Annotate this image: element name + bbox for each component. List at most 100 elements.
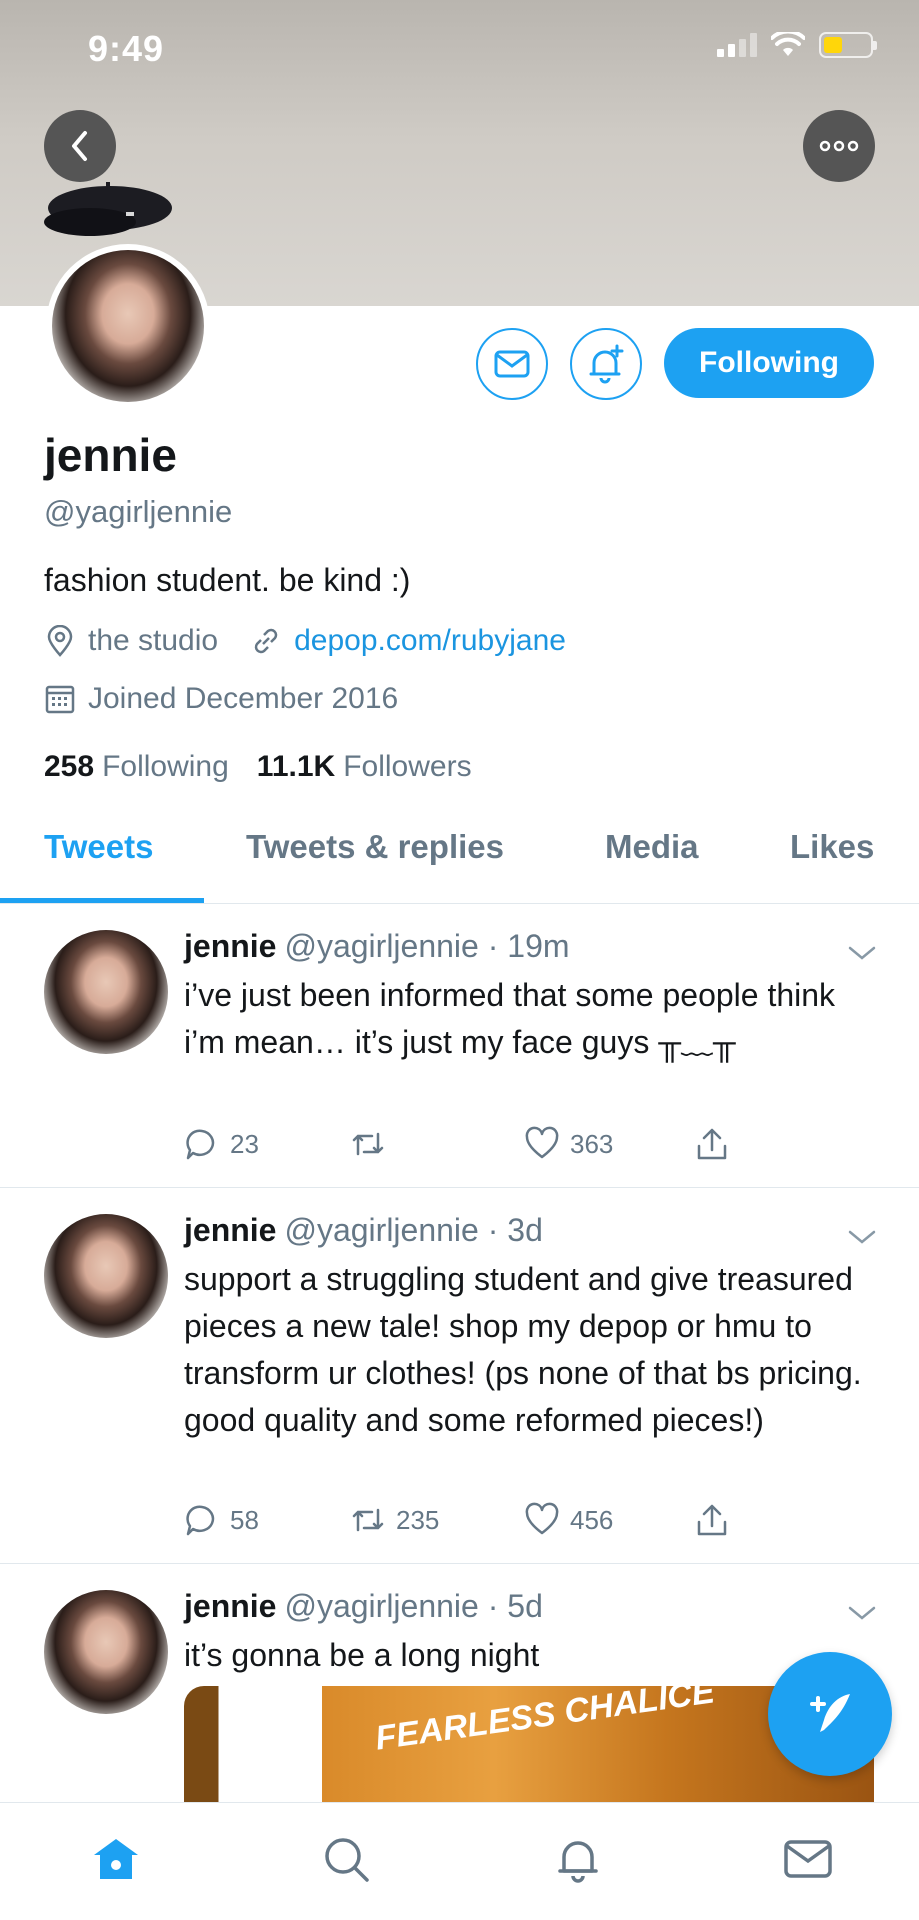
tweet-header: jennie @yagirljennie · 5d: [184, 1588, 543, 1625]
nav-search[interactable]: [318, 1831, 374, 1887]
media-image-text: FEARLESS CHALICE: [372, 1686, 717, 1758]
reply-icon: [186, 1129, 215, 1160]
tweet-text: i’ve just been informed that some people…: [184, 977, 836, 1060]
calendar-icon: [44, 683, 76, 715]
nav-notifications[interactable]: [550, 1831, 606, 1887]
profile-handle: @yagirljennie: [44, 494, 233, 529]
tweet-time: 19m: [507, 928, 570, 964]
avatar-image: [52, 250, 204, 402]
profile-meta-row: the studio depop.com/rubyjane: [44, 624, 566, 658]
following-count-link[interactable]: 258 Following: [44, 750, 229, 784]
tweet-separator: ·: [487, 928, 499, 964]
retweet-button[interactable]: 235: [350, 1502, 439, 1538]
tweet-header: jennie @yagirljennie · 19m: [184, 928, 570, 965]
like-count: 456: [570, 1504, 614, 1535]
tweet-text: support a struggling student and give tr…: [184, 1261, 862, 1438]
location-pin-icon: [44, 625, 76, 657]
notifications-button[interactable]: [570, 328, 642, 400]
following-button[interactable]: Following: [664, 328, 874, 398]
followers-count-link[interactable]: 11.1K Followers: [257, 750, 472, 784]
status-bar: 9:49: [0, 0, 919, 96]
tweet-actions: 23 363: [184, 1126, 744, 1166]
chevron-down-icon[interactable]: [846, 1602, 878, 1626]
more-dots-icon: [819, 140, 859, 152]
profile-bio: fashion student. be kind :): [44, 562, 411, 598]
tweet-author-name[interactable]: jennie: [184, 1588, 276, 1624]
tweet-avatar[interactable]: [44, 1214, 168, 1338]
battery-icon: [819, 32, 877, 58]
following-label: Following: [102, 750, 229, 783]
back-button[interactable]: [44, 110, 116, 182]
reply-count: 23: [230, 1128, 259, 1159]
tweet-separator: ·: [487, 1588, 499, 1624]
tweet-time: 5d: [507, 1588, 543, 1624]
follow-counts: 258 Following 11.1K Followers: [44, 750, 472, 784]
compose-feather-icon: [810, 1694, 850, 1732]
tweet-author-name[interactable]: jennie: [184, 928, 276, 964]
tweet-avatar[interactable]: [44, 930, 168, 1054]
compose-tweet-button[interactable]: [768, 1652, 892, 1776]
share-button[interactable]: [694, 1502, 730, 1538]
signal-icon: [717, 33, 757, 57]
nav-home[interactable]: [88, 1831, 144, 1887]
home-icon: [94, 1839, 138, 1879]
profile-joined-date: Joined December 2016: [88, 682, 399, 715]
tab-tweets[interactable]: Tweets: [44, 828, 153, 866]
message-button[interactable]: [476, 328, 548, 400]
status-icons: [717, 32, 877, 58]
tweet-author-handle: @yagirljennie: [284, 928, 479, 964]
tab-likes[interactable]: Likes: [790, 828, 874, 866]
tab-tweets-replies[interactable]: Tweets & replies: [246, 828, 504, 866]
tweet-time: 3d: [507, 1212, 543, 1248]
chevron-down-icon[interactable]: [846, 1226, 878, 1250]
bottom-navigation: [0, 1802, 919, 1920]
chevron-down-icon[interactable]: [846, 942, 878, 966]
chevron-left-icon: [72, 131, 87, 161]
profile-tabs: Tweets Tweets & replies Media Likes: [0, 800, 919, 904]
search-icon: [325, 1838, 369, 1882]
like-button[interactable]: 456: [524, 1502, 613, 1538]
followers-count: 11.1K: [256, 750, 336, 783]
tweet-item[interactable]: jennie @yagirljennie · 19m i’ve just been…: [0, 904, 919, 1188]
tweet-item[interactable]: jennie @yagirljennie · 3d support a strug…: [0, 1188, 919, 1564]
profile-website-link[interactable]: depop.com/rubyjane: [294, 624, 566, 658]
tweet-separator: ·: [487, 1212, 499, 1248]
wifi-icon: [771, 32, 805, 56]
tab-media[interactable]: Media: [605, 828, 699, 866]
reply-button[interactable]: 58: [184, 1502, 259, 1538]
tweet-author-handle: @yagirljennie: [284, 1212, 479, 1248]
following-count: 258: [44, 750, 95, 783]
link-icon: [250, 625, 282, 657]
retweet-button[interactable]: [350, 1126, 396, 1162]
nav-messages[interactable]: [780, 1831, 836, 1887]
share-icon: [697, 1128, 727, 1160]
like-button[interactable]: 363: [524, 1126, 613, 1162]
tweet-avatar[interactable]: [44, 1590, 168, 1714]
more-options-button[interactable]: [803, 110, 875, 182]
reply-button[interactable]: 23: [184, 1126, 259, 1162]
status-time: 9:49: [88, 28, 165, 69]
share-button[interactable]: [694, 1126, 730, 1162]
heart-icon: [525, 1126, 559, 1159]
heart-icon: [525, 1502, 559, 1535]
profile-location: the studio: [88, 624, 219, 657]
followers-label: Followers: [343, 750, 472, 783]
tweet-header: jennie @yagirljennie · 3d: [184, 1212, 543, 1249]
tweet-author-name[interactable]: jennie: [184, 1212, 276, 1248]
bell-plus-icon: [589, 344, 624, 384]
reply-icon: [186, 1505, 215, 1536]
reply-count: 58: [230, 1504, 259, 1535]
bell-icon: [558, 1841, 598, 1883]
mail-icon: [494, 350, 530, 378]
tweet-actions: 58 235 456: [184, 1502, 744, 1542]
profile-name: jennie: [44, 429, 177, 481]
retweet-count: 235: [396, 1504, 440, 1535]
retweet-icon: [352, 1508, 384, 1532]
retweet-icon: [352, 1132, 384, 1156]
profile-avatar[interactable]: [46, 244, 210, 408]
share-icon: [697, 1504, 727, 1536]
like-count: 363: [570, 1128, 614, 1159]
profile-joined-row: Joined December 2016: [44, 682, 398, 716]
mail-icon: [784, 1840, 832, 1878]
active-tab-indicator: [0, 898, 204, 903]
